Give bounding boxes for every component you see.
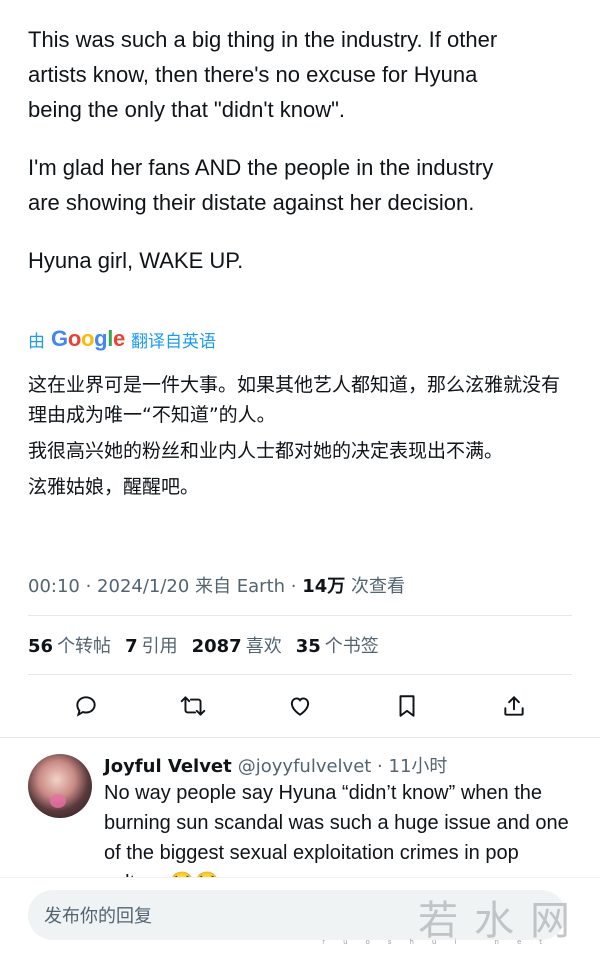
- quotes-count: 7: [125, 636, 138, 657]
- divider: [28, 674, 572, 675]
- original-paragraph-2: I'm glad her fans AND the people in the …: [28, 155, 494, 215]
- translated-paragraph-3: 泫雅姑娘，醒醒吧。: [28, 476, 200, 498]
- likes-count: 2087: [191, 636, 242, 657]
- tweet-action-bar: [40, 686, 560, 726]
- share-icon[interactable]: [498, 690, 530, 722]
- reposts-label: 个转帖: [57, 636, 112, 657]
- translate-suffix: 翻译自英语: [130, 331, 216, 352]
- views-label: 次查看: [345, 576, 406, 597]
- reply-composer-bar: 发布你的回复 若水网 ruoshui net: [0, 877, 600, 954]
- reply-input-placeholder: 发布你的回复: [44, 906, 152, 927]
- divider: [28, 615, 572, 616]
- reply-author-name[interactable]: Joyful Velvet: [104, 756, 232, 777]
- quotes-label: 引用: [141, 636, 178, 657]
- likes-label: 喜欢: [245, 636, 282, 657]
- reposts-stat[interactable]: 56 个转帖: [28, 632, 111, 658]
- avatar-detail: [50, 794, 66, 808]
- bookmarks-stat[interactable]: 35 个书签: [296, 632, 379, 658]
- like-icon[interactable]: [284, 690, 316, 722]
- translated-paragraph-1: 这在业界可是一件大事。如果其他艺人都知道，那么泫雅就没有理由成为唯一“不知道”的…: [28, 374, 561, 426]
- bookmark-icon[interactable]: [391, 690, 423, 722]
- original-paragraph-3: Hyuna girl, WAKE UP.: [28, 248, 244, 273]
- translated-paragraph-2: 我很高兴她的粉丝和业内人士都对她的决定表现出不满。: [28, 440, 504, 462]
- reply-handle-time: @joyyfulvelvet · 11小时: [237, 756, 448, 777]
- google-logo: Google: [51, 326, 125, 351]
- reply-icon[interactable]: [70, 690, 102, 722]
- bookmarks-label: 个书签: [324, 636, 379, 657]
- tweet-translated-text: 这在业界可是一件大事。如果其他艺人都知道，那么泫雅就没有理由成为唯一“不知道”的…: [28, 370, 576, 508]
- reply-text: No way people say Hyuna “didn’t know” wh…: [104, 782, 569, 878]
- views-count: 14万: [302, 576, 346, 597]
- watermark-subtext: ruoshui net: [322, 938, 560, 946]
- reply-header: Joyful Velvet @joyyfulvelvet · 11小时: [104, 752, 447, 778]
- translate-prefix: 由: [28, 331, 45, 352]
- reply-tweet[interactable]: Joyful Velvet @joyyfulvelvet · 11小时 No wa…: [0, 737, 600, 878]
- likes-stat[interactable]: 2087 喜欢: [192, 632, 282, 658]
- repost-icon[interactable]: [177, 690, 209, 722]
- bookmarks-count: 35: [295, 636, 321, 657]
- translation-attribution[interactable]: 由 Google 翻译自英语: [28, 326, 216, 352]
- engagement-stats: 56 个转帖 7 引用 2087 喜欢 35 个书签: [28, 632, 379, 658]
- tweet-timestamp[interactable]: 00:10 · 2024/1/20 来自 Earth ·: [28, 576, 302, 597]
- avatar[interactable]: [28, 754, 92, 818]
- tweet-original-text: This was such a big thing in the industr…: [28, 22, 576, 301]
- original-paragraph-1: This was such a big thing in the industr…: [28, 27, 498, 122]
- tweet-meta: 00:10 · 2024/1/20 来自 Earth · 14万 次查看: [28, 572, 405, 598]
- quotes-stat[interactable]: 7 引用: [125, 632, 178, 658]
- reposts-count: 56: [28, 636, 54, 657]
